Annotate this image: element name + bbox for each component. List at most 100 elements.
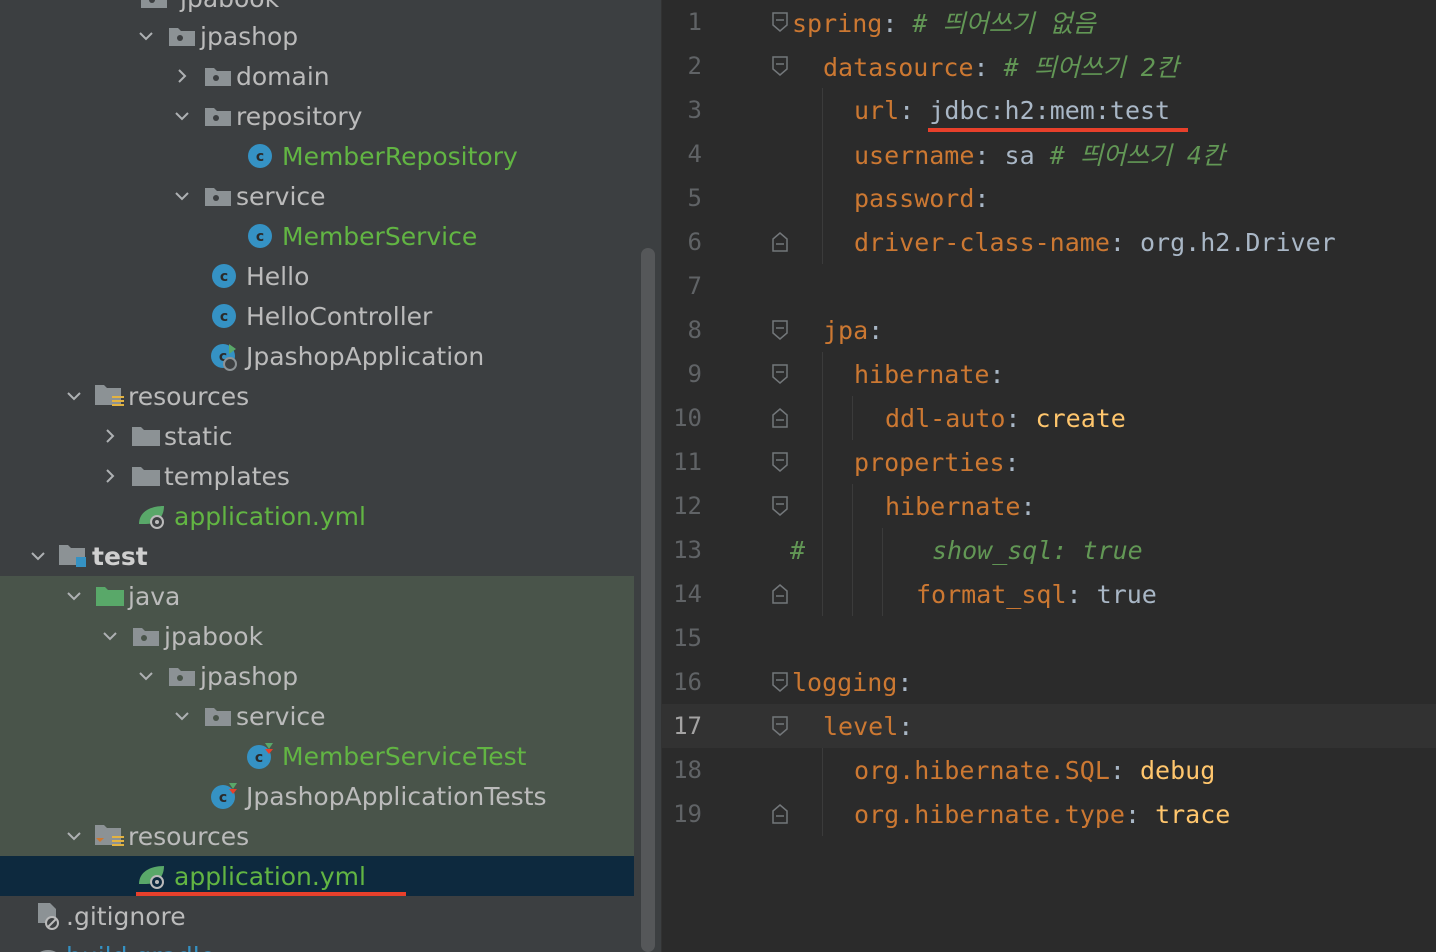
tree-item-jpashopapplication[interactable]: c JpashopApplication	[0, 336, 634, 376]
tree-item-build-gradle[interactable]: build.gradle	[0, 936, 634, 952]
code-line[interactable]: 13 # show_sql: true	[662, 528, 1436, 572]
tree-item-resources[interactable]: resources	[0, 376, 634, 416]
package-folder-icon	[128, 622, 164, 650]
chevron-down-icon[interactable]	[164, 187, 200, 205]
svg-text:c: c	[256, 229, 264, 245]
tree-item-test[interactable]: test	[0, 536, 634, 576]
chevron-down-icon[interactable]	[92, 627, 128, 645]
tree-item-application-yml[interactable]: application.yml	[0, 496, 634, 536]
project-tree: jpabook jpashop domain repository c Memb…	[0, 0, 634, 952]
tree-item-repository[interactable]: repository	[0, 96, 634, 136]
code-line[interactable]: 7	[662, 264, 1436, 308]
code-line[interactable]: 4 username: sa # 띄어쓰기 4칸	[662, 132, 1436, 176]
svg-text:c: c	[219, 790, 227, 806]
test-sources-folder-icon	[92, 582, 128, 610]
tree-item-gitignore[interactable]: .gitignore	[0, 896, 634, 936]
yaml-key: datasource	[823, 53, 974, 82]
tree-item-label: .gitignore	[66, 901, 186, 931]
tree-item-service[interactable]: service	[0, 696, 634, 736]
fold-open-icon[interactable]	[770, 319, 790, 341]
code-line[interactable]: 9 hibernate:	[662, 352, 1436, 396]
tree-scrollbar-thumb[interactable]	[641, 248, 655, 952]
tree-item-service[interactable]: service	[0, 176, 634, 216]
code-line[interactable]: 2 datasource: # 띄어쓰기 2칸	[662, 44, 1436, 88]
line-number: 11	[673, 448, 702, 476]
code-line[interactable]: 6 driver-class-name: org.h2.Driver	[662, 220, 1436, 264]
chevron-down-icon[interactable]	[164, 107, 200, 125]
tree-item-domain[interactable]: domain	[0, 56, 634, 96]
code-line[interactable]: 15	[662, 616, 1436, 660]
yaml-colon: :	[974, 183, 990, 213]
line-number: 6	[687, 228, 702, 256]
tree-item-templates[interactable]: templates	[0, 456, 634, 496]
yaml-comment: # 띄어쓰기 4칸	[1049, 141, 1225, 170]
yaml-key: properties	[854, 447, 1005, 477]
tree-item-label: resources	[128, 381, 250, 411]
yaml-comment: show_sql: true	[932, 535, 1143, 565]
tree-item-static[interactable]: static	[0, 416, 634, 456]
tree-item-java[interactable]: java	[0, 576, 634, 616]
fold-open-icon[interactable]	[770, 11, 790, 33]
code-line[interactable]: 1 spring: # 띄어쓰기 없음	[662, 0, 1436, 44]
tree-item-jpashopapplicationtests[interactable]: c JpashopApplicationTests	[0, 776, 634, 816]
code-line[interactable]: 12 hibernate:	[662, 484, 1436, 528]
tree-item-memberservice[interactable]: c MemberService	[0, 216, 634, 256]
test-resources-folder-icon	[92, 822, 128, 850]
tree-item-label: JpashopApplication	[246, 341, 485, 371]
code-line[interactable]: 8 jpa:	[662, 308, 1436, 352]
fold-close-icon[interactable]	[770, 407, 790, 429]
comment-hash: #	[790, 535, 806, 565]
yaml-colon: :	[868, 315, 884, 345]
tree-item-jpashop[interactable]: jpashop	[0, 16, 634, 56]
tree-item-label: Hello	[246, 261, 310, 291]
tree-item-hellocontroller[interactable]: c HelloController	[0, 296, 634, 336]
line-number: 12	[673, 492, 702, 520]
chevron-right-icon[interactable]	[164, 67, 200, 85]
code-line[interactable]: 18 org.hibernate.SQL: debug	[662, 748, 1436, 792]
code-line[interactable]: 11 properties:	[662, 440, 1436, 484]
fold-close-icon[interactable]	[770, 231, 790, 253]
tree-item-memberservicetest[interactable]: c MemberServiceTest	[0, 736, 634, 776]
chevron-down-icon[interactable]	[164, 707, 200, 725]
code-line[interactable]: 3 url: jdbc:h2:mem:test	[662, 88, 1436, 132]
chevron-down-icon[interactable]	[20, 547, 56, 565]
code-editor[interactable]: 1 spring: # 띄어쓰기 없음 2 datasource: # 띄어쓰기…	[662, 0, 1436, 952]
fold-open-icon[interactable]	[770, 363, 790, 385]
chevron-down-icon[interactable]	[128, 27, 164, 45]
tree-item-test-application-yml[interactable]: application.yml	[0, 856, 634, 896]
code-line[interactable]: 19 org.hibernate.type: trace	[662, 792, 1436, 836]
fold-open-icon[interactable]	[770, 55, 790, 77]
chevron-down-icon[interactable]	[56, 387, 92, 405]
tree-item-label: build.gradle	[66, 942, 215, 952]
chevron-down-icon[interactable]	[128, 667, 164, 685]
fold-open-icon[interactable]	[770, 451, 790, 473]
svg-text:c: c	[220, 269, 228, 285]
fold-close-icon[interactable]	[770, 583, 790, 605]
tree-item-hello[interactable]: c Hello	[0, 256, 634, 296]
code-line-current[interactable]: 17 level:	[662, 704, 1436, 748]
code-line[interactable]: 14 format_sql: true	[662, 572, 1436, 616]
yaml-colon: :	[1109, 227, 1125, 257]
code-line[interactable]: 16 logging:	[662, 660, 1436, 704]
yaml-key: level	[823, 711, 899, 741]
line-number: 19	[673, 800, 702, 828]
line-number: 15	[673, 624, 702, 652]
chevron-right-icon[interactable]	[92, 467, 128, 485]
fold-open-icon[interactable]	[770, 495, 790, 517]
tree-item-test-resources[interactable]: resources	[0, 816, 634, 856]
fold-open-icon[interactable]	[770, 715, 790, 737]
fold-close-icon[interactable]	[770, 803, 790, 825]
tree-item-jpabook[interactable]: jpabook	[0, 616, 634, 656]
package-folder-icon	[200, 102, 236, 130]
test-class-icon: c	[242, 742, 278, 770]
tree-item-memberrepository[interactable]: c MemberRepository	[0, 136, 634, 176]
tree-item-label: jpabook	[180, 0, 279, 13]
code-line[interactable]: 5 password:	[662, 176, 1436, 220]
code-line[interactable]: 10 ddl-auto: create	[662, 396, 1436, 440]
line-number: 2	[687, 52, 702, 80]
fold-open-icon[interactable]	[770, 671, 790, 693]
chevron-right-icon[interactable]	[92, 427, 128, 445]
chevron-down-icon[interactable]	[56, 587, 92, 605]
tree-item-jpashop[interactable]: jpashop	[0, 656, 634, 696]
chevron-down-icon[interactable]	[56, 827, 92, 845]
